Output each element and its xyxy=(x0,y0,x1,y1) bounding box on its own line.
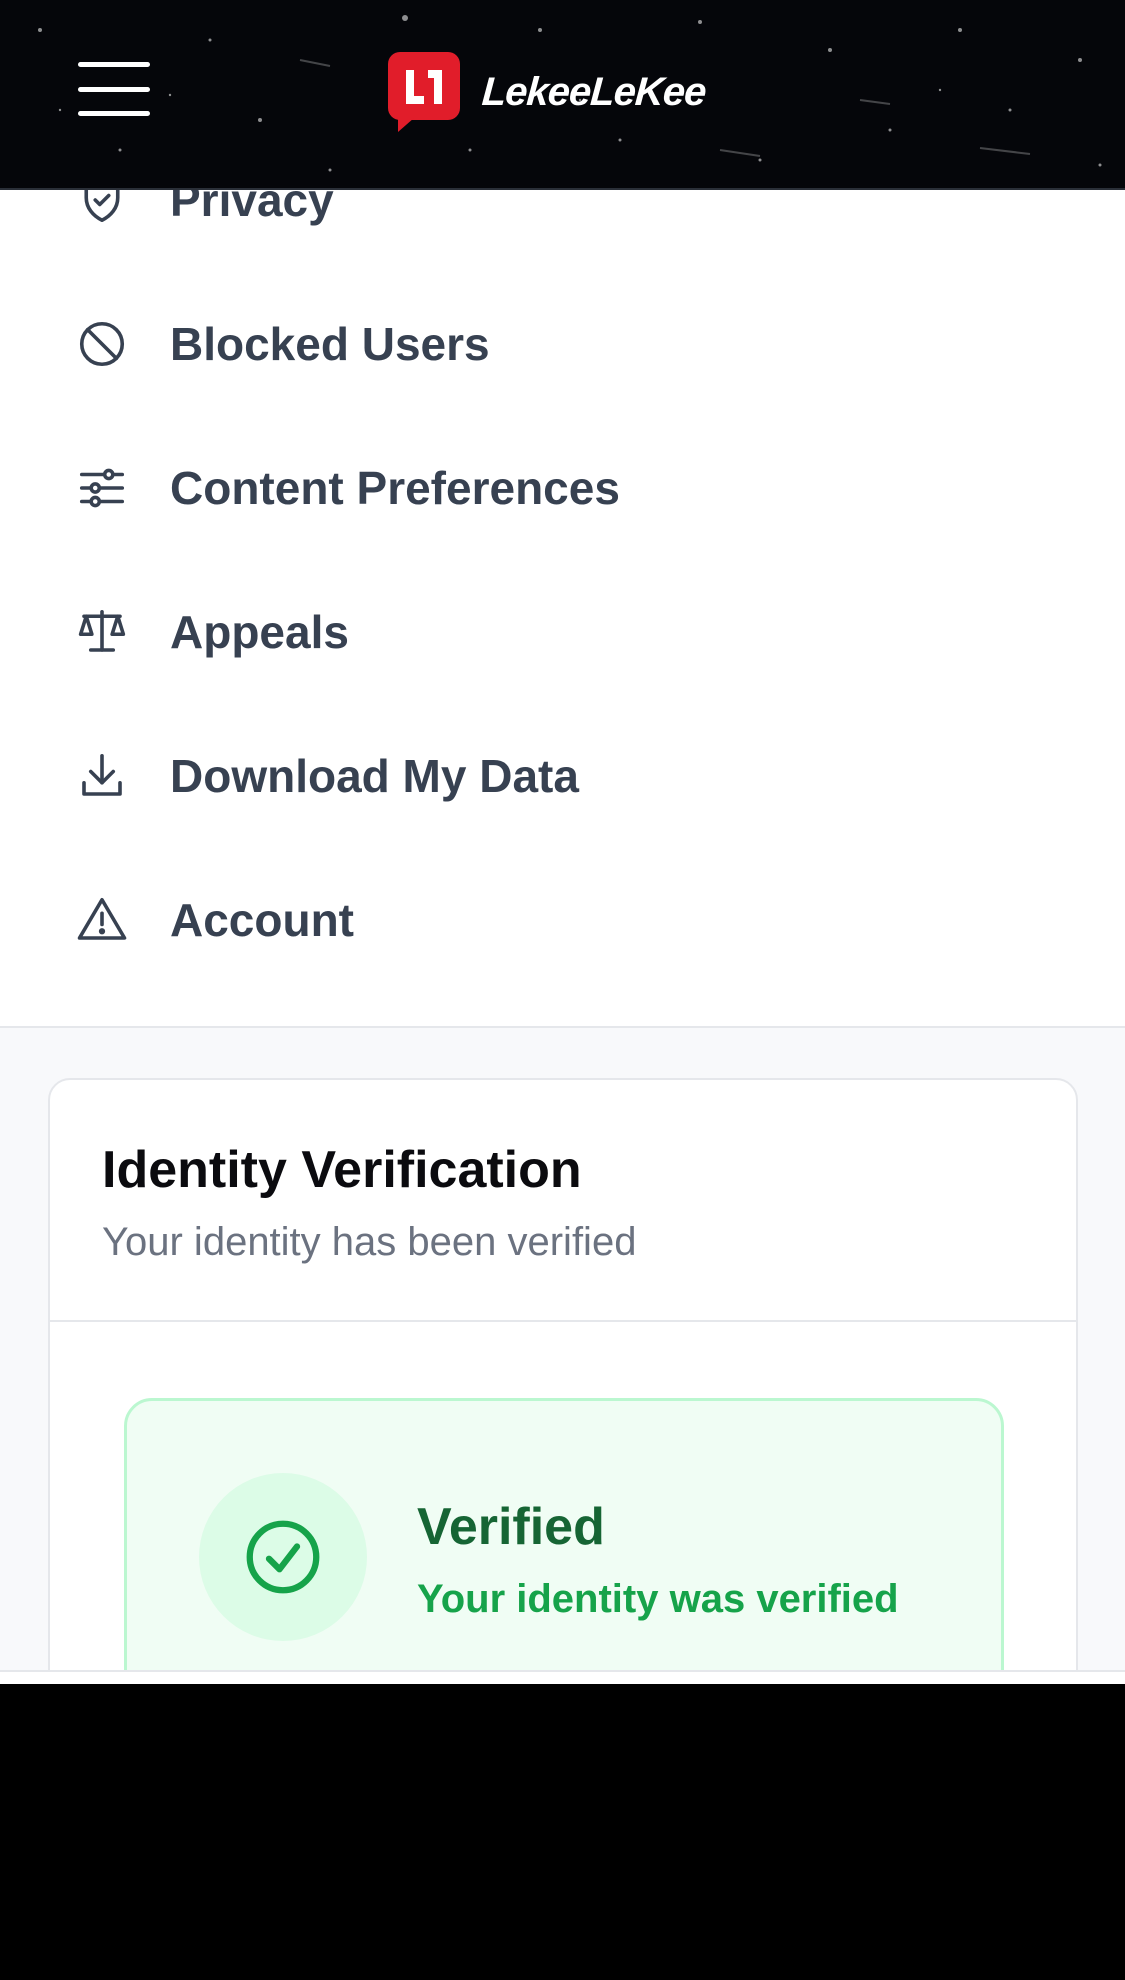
menu-item-label: Appeals xyxy=(170,606,349,658)
card-title: Identity Verification xyxy=(102,1141,582,1199)
card-header: Identity Verification Your identity has … xyxy=(50,1080,1076,1322)
menu-item-label: Content Preferences xyxy=(170,462,620,514)
scale-icon xyxy=(74,604,130,660)
menu-item-blocked-users[interactable]: Blocked Users xyxy=(0,294,1125,394)
settings-menu: Privacy Blocked Users Content Preference… xyxy=(0,190,1125,1028)
menu-item-label: Download My Data xyxy=(170,750,579,802)
status-text: Your identity was verified xyxy=(417,1577,899,1621)
hamburger-menu-button[interactable] xyxy=(78,62,150,116)
identity-verification-card: Identity Verification Your identity has … xyxy=(48,1078,1078,1680)
identity-section: Identity Verification Your identity has … xyxy=(0,1028,1125,1680)
bottom-bar-edge xyxy=(0,1670,1125,1684)
ban-icon xyxy=(74,316,130,372)
menu-item-label: Blocked Users xyxy=(170,318,490,370)
status-title: Verified xyxy=(417,1498,605,1556)
menu-item-privacy[interactable]: Privacy xyxy=(0,190,1125,250)
top-header: LekeeLeKee xyxy=(0,0,1125,190)
warning-triangle-icon xyxy=(74,892,130,948)
hamburger-icon xyxy=(78,62,150,67)
verified-status-box: Verified Your identity was verified xyxy=(124,1398,1004,1680)
download-icon xyxy=(74,748,130,804)
menu-item-download-my-data[interactable]: Download My Data xyxy=(0,726,1125,826)
menu-item-label: Privacy xyxy=(170,190,334,226)
app-logo[interactable]: LekeeLeKee xyxy=(388,50,708,134)
menu-item-label: Account xyxy=(170,894,354,946)
menu-item-content-preferences[interactable]: Content Preferences xyxy=(0,438,1125,538)
check-circle-icon xyxy=(199,1473,367,1641)
logo-text: LekeeLeKee xyxy=(480,69,708,114)
card-subtitle: Your identity has been verified xyxy=(102,1220,637,1264)
logo-mark-icon xyxy=(388,52,460,132)
sliders-icon xyxy=(74,460,130,516)
shield-check-icon xyxy=(74,190,130,228)
menu-item-appeals[interactable]: Appeals xyxy=(0,582,1125,682)
menu-item-account[interactable]: Account xyxy=(0,870,1125,970)
